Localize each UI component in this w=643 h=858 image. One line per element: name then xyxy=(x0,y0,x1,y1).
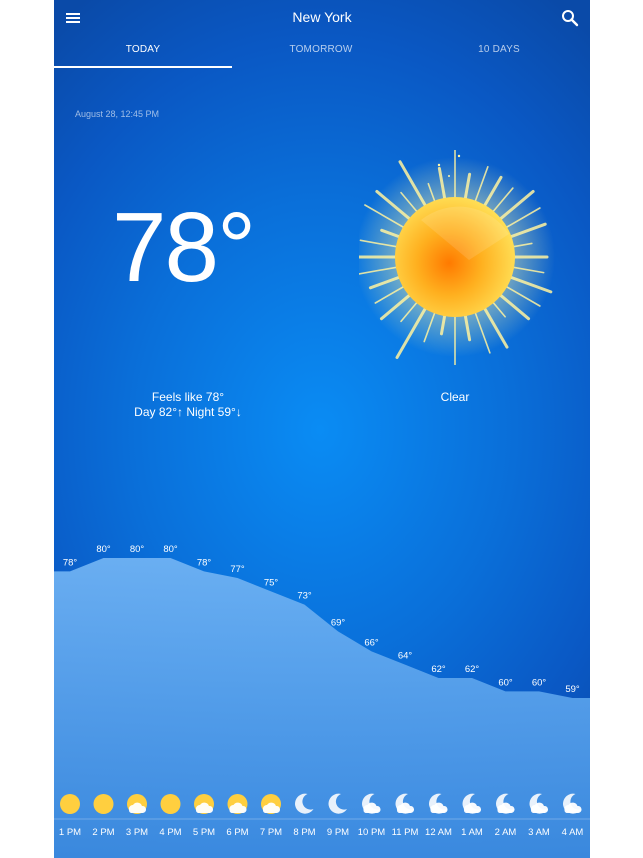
hour-temp-label: 59° xyxy=(565,684,580,695)
sun-cloud-icon xyxy=(261,794,281,814)
hour-temp-label: 62° xyxy=(431,664,446,675)
sun-icon xyxy=(359,150,555,365)
temperature-summary: Feels like 78° Day 82°↑ Night 59°↓ xyxy=(114,390,262,420)
hour-time-label: 10 PM xyxy=(358,827,386,838)
hour-time-label: 4 PM xyxy=(159,827,181,838)
hourly-forecast[interactable]: 78° 80° 80° 80° 78° 77° 75° 73° 69° 66° 64° 62° 62° 6… xyxy=(54,530,590,858)
observation-date: August 28, 12:45 PM xyxy=(75,109,160,119)
hour-time-label: 8 PM xyxy=(293,827,315,838)
hour-time-label: 12 AM xyxy=(425,827,452,838)
hour-temp-label: 80° xyxy=(96,544,111,555)
condition-label: Clear xyxy=(440,390,470,404)
hour-temp-label: 78° xyxy=(197,557,212,568)
hour-time-label: 3 PM xyxy=(126,827,148,838)
sun-icon xyxy=(160,794,181,814)
hour-temp-label: 73° xyxy=(297,591,312,602)
hour-temp-label: 62° xyxy=(465,664,480,675)
city-title[interactable]: New York xyxy=(54,9,590,25)
hour-time-label: 7 PM xyxy=(260,827,282,838)
hour-temp-label: 80° xyxy=(163,544,178,555)
hour-temp-label: 77° xyxy=(230,564,245,575)
hour-temp-label: 69° xyxy=(331,617,346,628)
hour-temp-label: 78° xyxy=(63,557,78,568)
hour-temp-label: 66° xyxy=(364,637,379,648)
search-icon[interactable] xyxy=(558,6,582,30)
current-temperature: 78° xyxy=(112,192,256,302)
hour-temp-label: 64° xyxy=(398,651,413,662)
day-night-range: Day 82°↑ Night 59°↓ xyxy=(134,405,242,419)
tab-10-days[interactable]: 10 DAYS xyxy=(410,44,588,55)
hour-time-label: 9 PM xyxy=(327,827,349,838)
sun-cloud-icon xyxy=(194,794,214,814)
hour-time-label: 1 PM xyxy=(59,827,81,838)
hour-time-label: 4 AM xyxy=(562,827,584,838)
tab-today[interactable]: TODAY xyxy=(54,44,232,55)
hour-temp-label: 60° xyxy=(532,677,547,688)
sun-cloud-icon xyxy=(127,794,147,814)
hour-time-label: 6 PM xyxy=(226,827,248,838)
tab-indicator xyxy=(54,66,232,68)
hour-temp-label: 80° xyxy=(130,544,145,555)
top-bar: New York xyxy=(54,0,590,36)
hour-time-label: 2 PM xyxy=(92,827,114,838)
sun-icon xyxy=(60,794,80,814)
tab-bar: TODAY TOMORROW 10 DAYS xyxy=(54,40,590,68)
hour-time-label: 2 AM xyxy=(495,827,517,838)
feels-like: Feels like 78° xyxy=(151,390,225,404)
hour-time-label: 1 AM xyxy=(461,827,483,838)
hour-temp-label: 75° xyxy=(264,577,279,588)
weather-app: New York TODAY TOMORROW 10 DAYS August 2… xyxy=(54,0,590,858)
hour-time-label: 5 PM xyxy=(193,827,215,838)
hour-time-label: 11 PM xyxy=(392,827,419,838)
sun-cloud-icon xyxy=(227,794,248,814)
tab-tomorrow[interactable]: TOMORROW xyxy=(232,44,410,55)
hour-temp-label: 60° xyxy=(498,677,513,688)
hour-time-label: 3 AM xyxy=(528,827,550,838)
sun-icon xyxy=(93,794,114,814)
